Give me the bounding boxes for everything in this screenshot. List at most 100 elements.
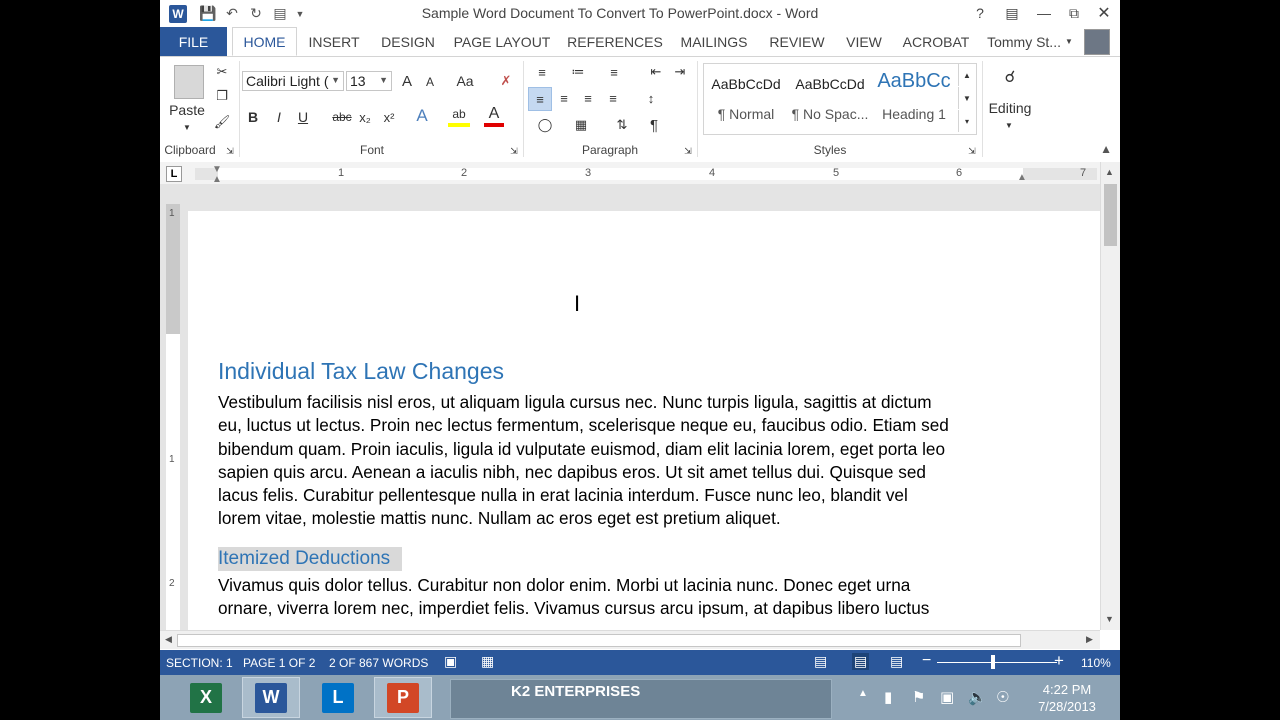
taskbar-lync[interactable]: L <box>309 677 367 718</box>
redo-icon[interactable]: ↻ <box>247 5 265 23</box>
tab-home[interactable]: HOME <box>232 27 297 56</box>
undo-icon[interactable]: ↶ <box>223 5 241 23</box>
restore-button[interactable]: ⧉ <box>1059 2 1089 24</box>
help-button[interactable]: ? <box>965 2 995 24</box>
heading-itemized-deductions[interactable]: Itemized Deductions <box>218 547 403 571</box>
align-left-icon[interactable]: ≡ <box>528 87 552 111</box>
paste-button[interactable]: Paste <box>168 101 206 119</box>
word-count[interactable]: 2 OF 867 WORDS <box>329 656 428 670</box>
show-hidden-icons-icon[interactable]: ▲ <box>858 688 868 699</box>
find-binoculars-icon[interactable]: ☌ <box>998 65 1022 89</box>
zoom-out-button[interactable]: − <box>922 652 931 670</box>
volume-icon[interactable]: 🔈 <box>968 688 987 706</box>
format-painter-icon[interactable]: 🖌 <box>212 113 232 131</box>
sort-icon[interactable]: ⇅ <box>612 115 632 135</box>
macro-recording-icon[interactable]: ▦ <box>481 653 494 670</box>
taskbar-powerpoint[interactable]: P <box>374 677 432 718</box>
text-effects-button[interactable]: A <box>412 105 432 127</box>
taskbar-word[interactable]: W <box>242 677 300 718</box>
vertical-scrollbar[interactable]: ▲ ▼ <box>1100 162 1120 630</box>
style-heading-1[interactable]: AaBbCc Heading 1 <box>872 64 956 132</box>
tab-selector[interactable]: L <box>166 166 182 182</box>
zoom-slider-track[interactable] <box>937 662 1057 663</box>
styles-scroll-down-icon[interactable]: ▼ <box>958 87 975 109</box>
dialog-launcher-icon[interactable]: ⇲ <box>966 145 978 157</box>
font-color-button[interactable]: A <box>484 105 504 127</box>
touch-mode-icon[interactable]: ▤ <box>271 5 289 23</box>
scroll-up-icon[interactable]: ▲ <box>1105 167 1114 177</box>
web-layout-icon[interactable]: ▤ <box>890 653 903 670</box>
dialog-launcher-icon[interactable]: ⇲ <box>682 145 694 157</box>
dialog-launcher-icon[interactable]: ⇲ <box>224 145 236 157</box>
paste-options-chevron-icon[interactable]: ▼ <box>180 121 194 133</box>
tab-page-layout[interactable]: PAGE LAYOUT <box>452 27 552 56</box>
heading-individual-tax[interactable]: Individual Tax Law Changes <box>218 358 504 385</box>
ribbon-display-options-icon[interactable]: ▤ <box>997 2 1027 24</box>
k2-enterprises-banner[interactable]: K2 ENTERPRISES <box>450 679 832 719</box>
paste-icon[interactable] <box>174 65 204 99</box>
shrink-font-button[interactable]: A <box>421 73 439 91</box>
editing-button[interactable]: Editing <box>982 99 1038 117</box>
document-area[interactable]: 1 1 2 I Individual Tax Law Changes Vesti… <box>160 184 1100 630</box>
scroll-down-icon[interactable]: ▼ <box>1105 614 1114 624</box>
network-icon[interactable]: ☉ <box>996 688 1009 706</box>
style-no-spacing[interactable]: AaBbCcDd ¶ No Spac... <box>788 64 872 132</box>
shading-icon[interactable]: ◯ <box>530 115 560 135</box>
tab-view[interactable]: VIEW <box>842 27 886 56</box>
underline-button[interactable]: U <box>294 107 312 127</box>
show-formatting-marks-icon[interactable]: ¶ <box>644 115 664 135</box>
italic-button[interactable]: I <box>270 107 288 127</box>
subscript-button[interactable]: x₂ <box>356 107 374 127</box>
line-spacing-icon[interactable]: ↕ <box>636 87 666 109</box>
font-size-combo[interactable]: 13 ▼ <box>346 71 392 91</box>
bullets-icon[interactable]: ≡ <box>528 63 556 81</box>
numbering-icon[interactable]: ≔ <box>564 63 592 81</box>
zoom-level[interactable]: 110% <box>1081 656 1111 670</box>
scroll-right-icon[interactable]: ▶ <box>1086 634 1093 645</box>
signal-icon[interactable]: ▣ <box>940 688 954 706</box>
taskbar-excel[interactable]: X <box>177 677 235 718</box>
tab-acrobat[interactable]: ACROBAT <box>900 27 972 56</box>
collapse-ribbon-icon[interactable]: ▲ <box>1100 142 1112 156</box>
zoom-in-button[interactable]: + <box>1054 651 1064 671</box>
zoom-slider-thumb[interactable] <box>991 655 996 669</box>
multilevel-list-icon[interactable]: ≡ <box>600 63 628 81</box>
horizontal-scroll-thumb[interactable] <box>177 634 1021 647</box>
customize-toolbar-icon[interactable]: ▼ <box>291 5 309 23</box>
section-indicator[interactable]: SECTION: 1 <box>166 656 233 670</box>
align-center-icon[interactable]: ≡ <box>553 87 575 109</box>
print-layout-icon[interactable]: ▤ <box>852 653 870 670</box>
bold-button[interactable]: B <box>244 107 262 127</box>
user-account[interactable]: Tommy St... ▼ <box>986 27 1074 56</box>
highlight-button[interactable]: ab <box>448 105 470 127</box>
close-button[interactable]: ✕ <box>1089 2 1119 24</box>
strikethrough-button[interactable]: abc <box>330 107 354 127</box>
tab-review[interactable]: REVIEW <box>764 27 830 56</box>
change-case-button[interactable]: Aa <box>451 71 479 91</box>
style-normal[interactable]: AaBbCcDd ¶ Normal <box>704 64 788 132</box>
avatar[interactable] <box>1084 29 1110 55</box>
save-icon[interactable]: 💾 <box>199 5 217 23</box>
styles-more-icon[interactable]: ▾ <box>958 110 975 132</box>
tab-design[interactable]: DESIGN <box>374 27 442 56</box>
tab-insert[interactable]: INSERT <box>301 27 367 56</box>
superscript-button[interactable]: x² <box>380 107 398 127</box>
proofing-icon[interactable]: ▣ <box>444 653 457 670</box>
battery-icon[interactable]: ▮ <box>884 688 892 706</box>
scroll-left-icon[interactable]: ◀ <box>165 634 172 645</box>
paragraph-1[interactable]: Vestibulum facilisis nisl eros, ut aliqu… <box>218 391 1028 531</box>
minimize-button[interactable]: — <box>1029 2 1059 24</box>
tab-mailings[interactable]: MAILINGS <box>676 27 752 56</box>
page-indicator[interactable]: PAGE 1 OF 2 <box>243 656 315 670</box>
flag-icon[interactable]: ⚑ <box>912 688 925 706</box>
grow-font-button[interactable]: A <box>397 71 417 91</box>
decrease-indent-icon[interactable]: ⇤ <box>646 63 666 81</box>
copy-icon[interactable]: ❐ <box>212 87 232 105</box>
taskbar-clock[interactable]: 4:22 PM 7/28/2013 <box>1026 681 1108 715</box>
vertical-scroll-thumb[interactable] <box>1104 184 1117 246</box>
word-app-icon[interactable]: W <box>169 4 187 23</box>
document-page[interactable]: I Individual Tax Law Changes Vestibulum … <box>188 211 1100 630</box>
dialog-launcher-icon[interactable]: ⇲ <box>508 145 520 157</box>
horizontal-scrollbar[interactable]: ◀ ▶ <box>160 630 1100 649</box>
borders-icon[interactable]: ▦ <box>566 115 596 135</box>
